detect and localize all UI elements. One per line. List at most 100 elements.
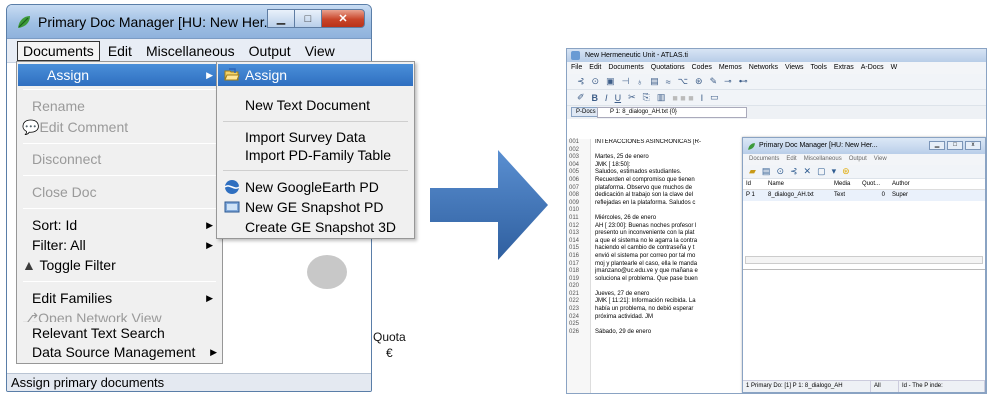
menu-memos[interactable]: Memos [719,62,742,74]
menu-edit[interactable]: Edit [589,62,601,74]
menu-item-toggle-filter[interactable]: ▲ Toggle Filter [18,254,221,276]
menu-item-rename[interactable]: Rename [18,95,221,117]
menu-item-assign[interactable]: Assign ▶ [18,64,221,86]
tree-icon[interactable]: ⌥ [678,76,688,87]
menu-item-data-source-management[interactable]: Data Source Management ▶ [18,341,221,363]
pencil-icon[interactable]: ✐ [577,92,585,103]
copy-icon[interactable]: ⎘ [643,92,650,103]
quotation-icon[interactable]: ≈ [666,77,671,87]
cut-icon[interactable]: ✂ [628,92,636,103]
menu-views[interactable]: Views [785,62,804,74]
disabled-tool-icon[interactable]: ■ ■ ■ [672,93,693,103]
text-line: Jueves, 27 de enero [595,290,650,297]
align-icon[interactable]: ▭ [710,92,719,103]
atlas-ti-window: New Hermeneutic Unit - ATLAS.ti File Edi… [566,48,987,394]
menu-item-edit-families[interactable]: Edit Families ▶ [18,287,221,309]
italic-icon[interactable]: I [605,93,608,103]
menu-file[interactable]: File [571,62,582,74]
memo-tool-icon[interactable]: ⊙ [592,76,600,87]
menu-documents[interactable]: Documents [17,40,100,61]
line-number: 016 [569,252,580,259]
paste-icon[interactable]: ▥ [657,92,666,103]
submenu-item-new-ge-snapshot-pd[interactable]: New GE Snapshot PD [218,196,413,218]
menu-networks[interactable]: Networks [749,62,778,74]
menu-item-disconnect[interactable]: Disconnect [18,148,221,170]
line-number: 010 [569,207,580,214]
column-header[interactable]: Id [743,179,765,189]
submenu-item-assign[interactable]: Assign [218,64,413,86]
code-tool-icon[interactable]: ⊣ [622,76,630,87]
bold-icon[interactable]: B [592,93,599,103]
close-button[interactable]: x [965,141,981,150]
maximize-button[interactable]: □ [947,141,963,150]
comment-icon[interactable]: ⊙ [776,166,784,177]
column-header[interactable]: Author [889,179,929,189]
text-line: INTERACCIONES ASINCRÓNICAS [R- [595,139,702,145]
save-icon[interactable]: ▣ [606,76,615,87]
dropdown-arrow-icon[interactable]: ▾ [832,166,837,177]
menu-documents[interactable]: Documents [608,62,643,74]
menu-item-label: Filter: All [32,237,86,253]
table-row[interactable]: P 1 8_dialogo_AH.txt Text 0 Super [743,190,985,201]
column-header[interactable]: Quot... [859,179,889,189]
menu-codes[interactable]: Codes [692,62,712,74]
submenu-item-create-ge-snapshot-3d[interactable]: Create GE Snapshot 3D [218,216,413,238]
quote-tool-icon[interactable]: ⊰ [790,166,798,177]
horizontal-scrollbar[interactable] [745,256,983,264]
minimize-button[interactable]: ▁ [267,9,295,28]
menu-extras[interactable]: Extras [834,62,854,74]
settings-icon[interactable]: ⊛ [695,76,703,87]
document-tool-icon[interactable]: ▤ [650,76,659,87]
menu-tools[interactable]: Tools [811,62,827,74]
submenu-item-label: Import Survey Data [245,129,366,145]
title-bar[interactable]: Primary Doc Manager [HU: New Her... ▁ □ … [743,138,985,154]
menu-item-sort[interactable]: Sort: Id ▶ [18,214,221,236]
menu-w[interactable]: W [891,62,898,74]
menu-miscellaneous[interactable]: Miscellaneous [804,154,842,165]
submenu-item-new-text-document[interactable]: New Text Document [218,94,413,116]
document-icon[interactable]: ▤ [762,166,771,177]
close-button[interactable]: ✕ [321,9,365,28]
submenu-item-new-googleearth-pd[interactable]: New GoogleEarth PD [218,176,413,198]
view-icon[interactable]: ▢ [817,166,826,177]
menu-item-close-doc[interactable]: Close Doc [18,181,221,203]
column-header[interactable]: Name [765,179,831,189]
menu-view[interactable]: View [874,154,887,165]
text-cursor-icon[interactable]: I [701,93,704,103]
menu-documents[interactable]: Documents [749,154,779,165]
highlight-icon[interactable]: ⊛ [842,166,850,177]
pane-divider[interactable] [743,269,985,270]
delete-icon[interactable]: ✕ [804,166,812,177]
menu-item-label: Assign [47,67,90,83]
title-bar[interactable]: Primary Doc Manager [HU: New Her... ▁ □ … [7,5,371,39]
title-bar[interactable]: New Hermeneutic Unit - ATLAS.ti [567,49,986,62]
quote-tool-icon[interactable]: ⊰ [577,76,585,87]
menu-edit[interactable]: Edit [786,154,796,165]
minimize-button[interactable]: ▁ [929,141,945,150]
column-header[interactable]: Media [831,179,859,189]
document-text-area[interactable]: INTERACCIONES ASINCRÓNICAS [R- Martes, 25… [595,139,755,336]
cell-author: Super [892,192,909,198]
menu-edit[interactable]: Edit [102,41,138,61]
caption-buttons: ▁ □ ✕ [267,9,365,28]
menu-miscellaneous[interactable]: Miscellaneous [140,41,241,61]
pdoc-dropdown[interactable]: P 1: 8_dialogo_AH.txt {0} [597,107,747,118]
pen-icon[interactable]: ✎ [710,76,718,87]
menu-output[interactable]: Output [243,41,297,61]
comment-icon: 💬 [22,119,40,135]
documents-menu-lower: Relevant Text Search Data Source Managem… [16,322,223,364]
line-number: 022 [569,298,580,305]
menu-quotations[interactable]: Quotations [651,62,685,74]
maximize-button[interactable]: □ [294,9,322,28]
menu-view[interactable]: View [299,41,341,61]
underline-icon[interactable]: U [615,93,622,103]
open-folder-icon[interactable]: ▰ [749,166,756,177]
submenu-item-import-pd-family-table[interactable]: Import PD-Family Table [218,144,413,166]
binoculars-icon[interactable]: ♁ [636,77,643,87]
brush-icon[interactable]: ⊷ [739,76,748,87]
menu-item-edit-comment[interactable]: 💬Edit Comment [18,116,221,138]
menu-item-filter[interactable]: Filter: All ▶ [18,234,221,256]
link-icon[interactable]: ⊸ [724,76,732,87]
menu-output[interactable]: Output [849,154,867,165]
menu-a-docs[interactable]: A-Docs [861,62,884,74]
